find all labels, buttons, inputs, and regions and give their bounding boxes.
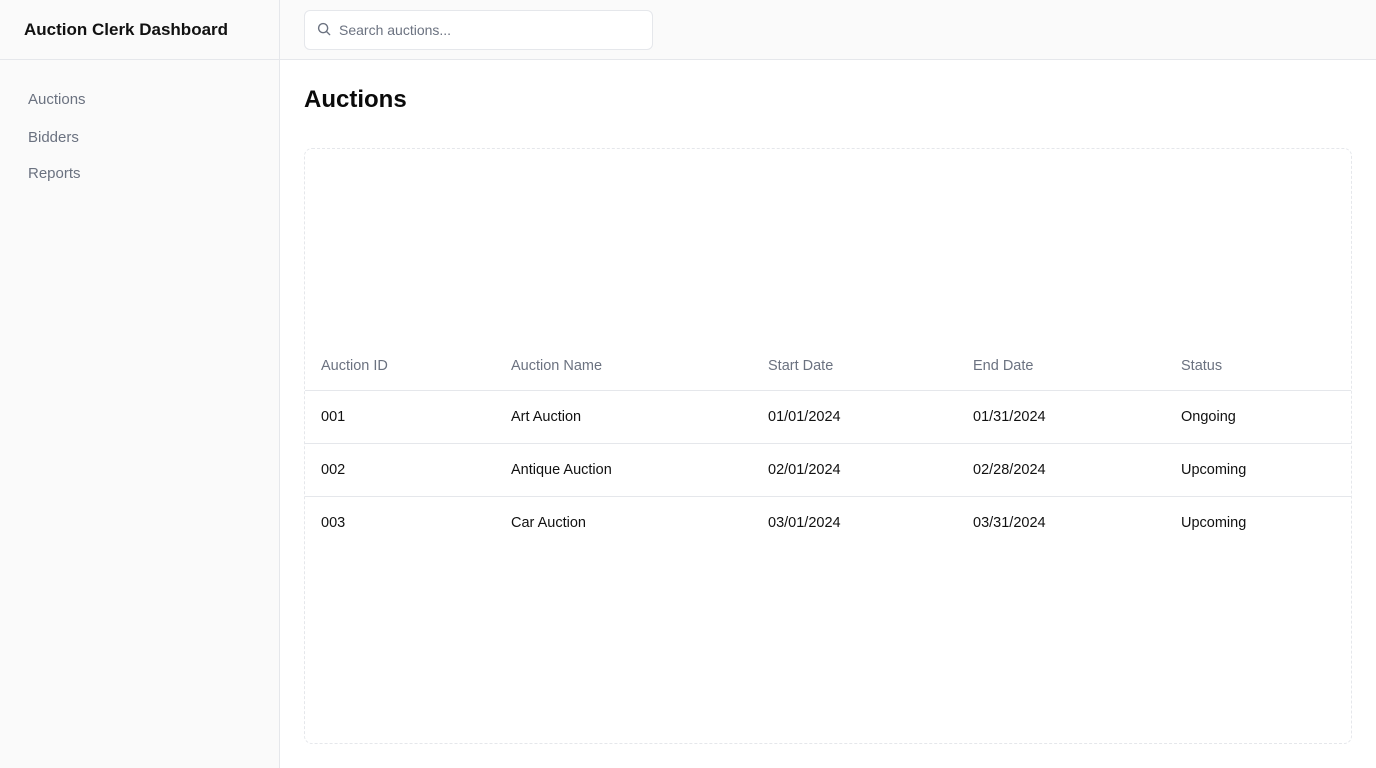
content: Auctions Auction ID Auction Name Start D… — [280, 60, 1376, 768]
column-header-auction-id[interactable]: Auction ID — [305, 342, 495, 391]
table-row[interactable]: 002 Antique Auction 02/01/2024 02/28/202… — [305, 443, 1351, 497]
sidebar-item-bidders[interactable]: Bidders — [12, 120, 267, 156]
app-title: Auction Clerk Dashboard — [0, 0, 279, 60]
table-row[interactable]: 001 Art Auction 01/01/2024 01/31/2024 On… — [305, 390, 1351, 444]
cell-end-date: 02/28/2024 — [957, 443, 1165, 497]
cell-status: Upcoming — [1165, 443, 1351, 497]
table-header-row: Auction ID Auction Name Start Date End D… — [305, 342, 1351, 391]
table-row[interactable]: 003 Car Auction 03/01/2024 03/31/2024 Up… — [305, 497, 1351, 550]
auctions-table: Auction ID Auction Name Start Date End D… — [305, 342, 1351, 550]
search-input[interactable] — [339, 21, 629, 38]
cell-start-date: 03/01/2024 — [768, 515, 841, 532]
column-header-status[interactable]: Status — [1165, 342, 1351, 391]
top-bar — [280, 0, 1376, 60]
column-header-start-date[interactable]: Start Date — [752, 342, 957, 391]
cell-auction-id: 002 — [305, 443, 495, 497]
sidebar: Auction Clerk Dashboard Auctions Bidders… — [0, 0, 280, 768]
cell-status: Ongoing — [1165, 390, 1351, 444]
auctions-panel: Auction ID Auction Name Start Date End D… — [304, 148, 1352, 744]
search-box[interactable] — [304, 9, 653, 50]
sidebar-nav: Auctions Bidders Reports — [0, 60, 279, 216]
cell-auction-id: 003 — [321, 515, 346, 532]
cell-auction-id: 001 — [305, 390, 495, 444]
cell-end-date: 03/31/2024 — [973, 515, 1046, 532]
cell-start-date: 01/01/2024 — [752, 390, 957, 444]
cell-start-date: 02/01/2024 — [752, 443, 957, 497]
cell-status: Upcoming — [1181, 515, 1247, 532]
cell-auction-name: Car Auction — [511, 515, 586, 532]
column-header-end-date[interactable]: End Date — [957, 342, 1165, 391]
sidebar-item-reports[interactable]: Reports — [12, 156, 267, 192]
page-title: Auctions — [304, 86, 407, 113]
sidebar-item-auctions[interactable]: Auctions — [12, 84, 267, 120]
app-root: Auction Clerk Dashboard Auctions Bidders… — [0, 0, 1376, 768]
cell-end-date: 01/31/2024 — [957, 390, 1165, 444]
main-area: Auctions Auction ID Auction Name Start D… — [280, 0, 1376, 768]
cell-auction-name: Antique Auction — [495, 443, 752, 497]
search-icon — [317, 22, 331, 35]
column-header-auction-name[interactable]: Auction Name — [495, 342, 752, 391]
cell-auction-name: Art Auction — [495, 390, 752, 444]
